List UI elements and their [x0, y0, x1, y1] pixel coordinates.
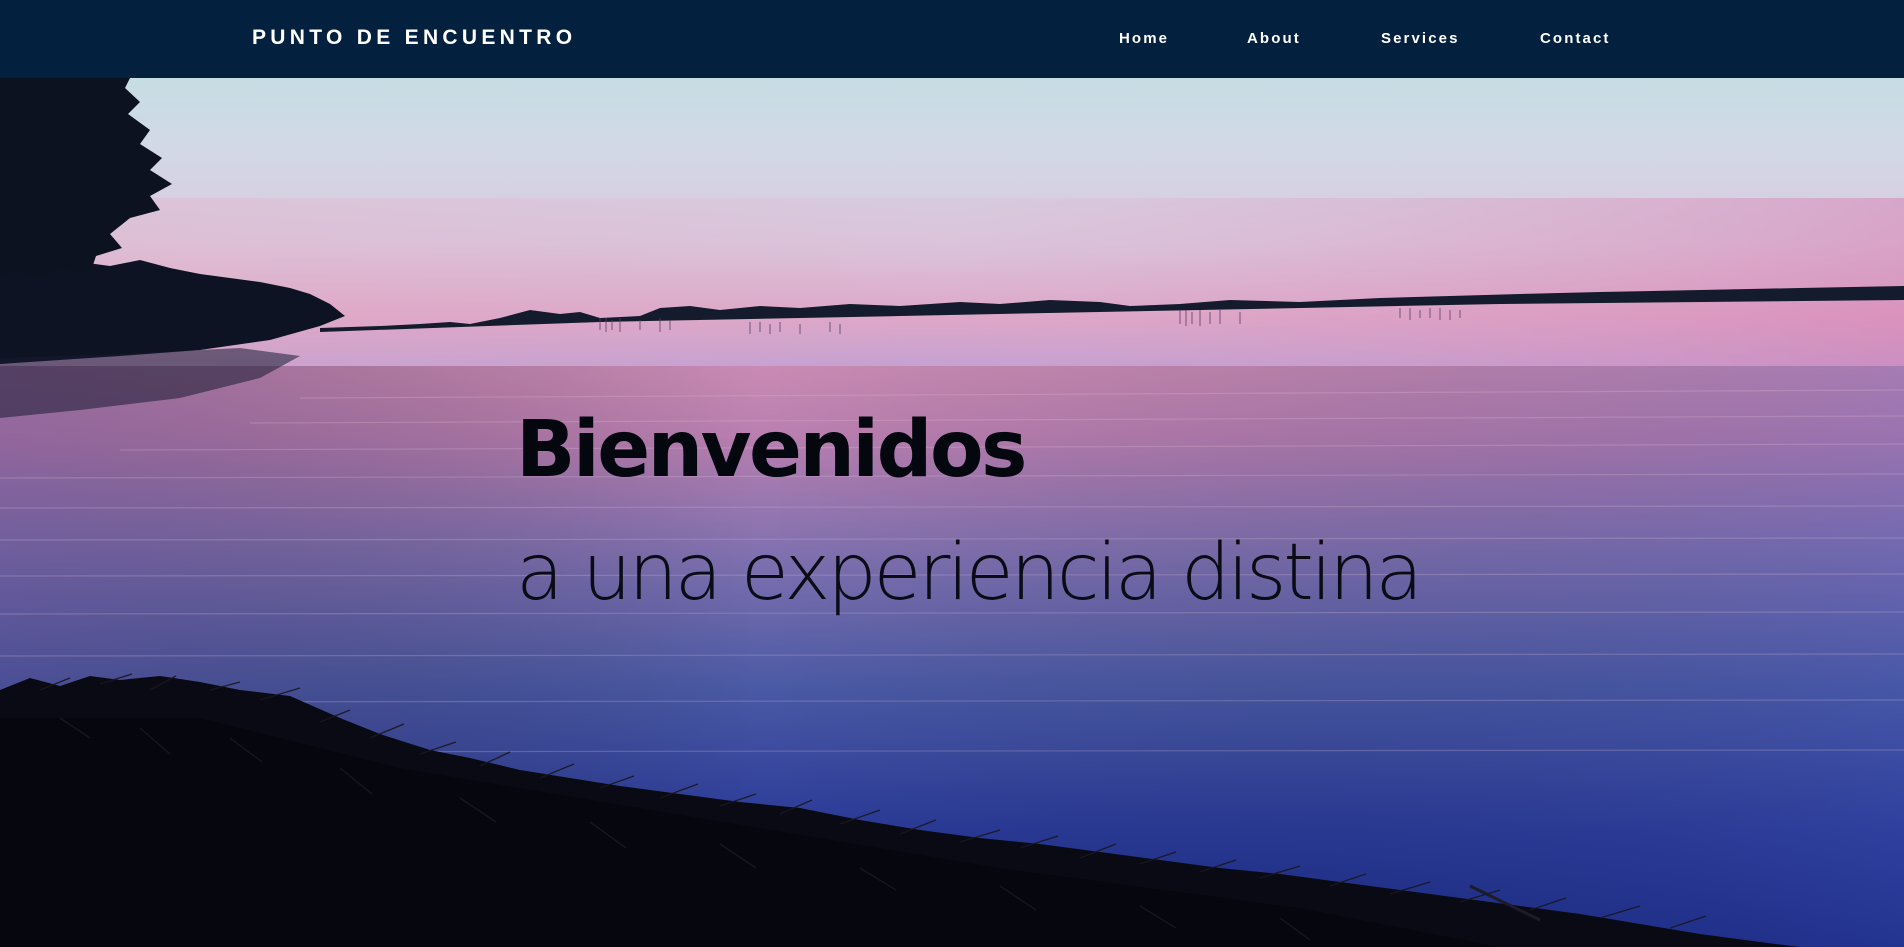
hero-background-image — [0, 78, 1904, 947]
hero-title: Bienvenidos — [516, 405, 1027, 495]
nav-link-home[interactable]: Home — [1119, 30, 1169, 47]
main-nav: Home About Services Contact — [0, 30, 1904, 50]
hero-section: Bienvenidos a una experiencia distina — [0, 78, 1904, 947]
nav-link-about[interactable]: About — [1247, 30, 1301, 47]
hero-subtitle: a una experiencia distina — [516, 528, 1423, 618]
navbar: PUNTO DE ENCUENTRO Home About Services C… — [0, 0, 1904, 78]
nav-link-contact[interactable]: Contact — [1540, 30, 1611, 47]
nav-link-services[interactable]: Services — [1381, 30, 1460, 47]
landing-page: PUNTO DE ENCUENTRO Home About Services C… — [0, 0, 1904, 947]
